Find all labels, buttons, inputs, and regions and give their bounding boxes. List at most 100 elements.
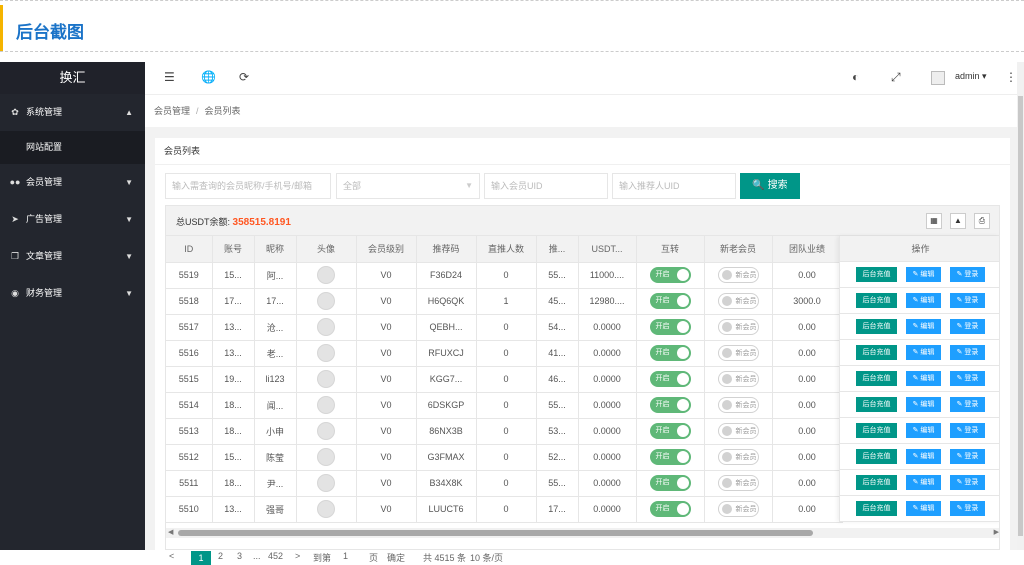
recharge-button[interactable]: 后台充值 xyxy=(856,293,897,308)
member-type-toggle[interactable]: 新会员 xyxy=(717,267,759,283)
columns-icon[interactable]: ▦ xyxy=(926,213,942,229)
breadcrumb-parent[interactable]: 会员管理 xyxy=(154,106,190,116)
col-level[interactable]: 会员级别 xyxy=(356,236,417,263)
transfer-toggle[interactable]: 开启 xyxy=(649,501,691,517)
pager-next[interactable]: > xyxy=(295,551,300,561)
col-account[interactable]: 账号 xyxy=(212,236,255,263)
user-menu[interactable]: admin ▾ xyxy=(955,71,987,82)
col-code[interactable]: 推荐码 xyxy=(416,236,477,263)
recharge-button[interactable]: 后台充值 xyxy=(856,319,897,334)
recharge-button[interactable]: 后台充值 xyxy=(856,397,897,412)
col-usdt[interactable]: USDT... xyxy=(578,236,637,263)
edit-button[interactable]: ✎ 编辑 xyxy=(906,267,941,282)
member-type-toggle[interactable]: 新会员 xyxy=(717,293,759,309)
member-type-toggle[interactable]: 新会员 xyxy=(717,345,759,361)
login-button[interactable]: ✎ 登录 xyxy=(950,345,985,360)
sidebar-item-site-config[interactable]: 网站配置 xyxy=(0,131,145,164)
transfer-toggle[interactable]: 开启 xyxy=(649,345,691,361)
recharge-button[interactable]: 后台充值 xyxy=(856,371,897,386)
uid-input[interactable]: 输入会员UID xyxy=(484,173,608,199)
edit-button[interactable]: ✎ 编辑 xyxy=(906,319,941,334)
more-icon[interactable]: ⋮ xyxy=(1005,70,1017,84)
member-type-toggle[interactable]: 新会员 xyxy=(717,319,759,335)
col-direct[interactable]: 直推人数 xyxy=(476,236,537,263)
transfer-toggle[interactable]: 开启 xyxy=(649,449,691,465)
pager-prev[interactable]: < xyxy=(169,551,174,561)
recharge-button[interactable]: 后台充值 xyxy=(856,501,897,516)
pager-size-select[interactable]: 10 条/页 xyxy=(470,551,503,564)
pager-confirm[interactable]: 确定 xyxy=(387,551,405,564)
edit-button[interactable]: ✎ 编辑 xyxy=(906,345,941,360)
export-icon[interactable]: ▲ xyxy=(950,213,966,229)
theme-icon[interactable]: ◐ xyxy=(852,70,859,84)
keyword-input[interactable]: 输入需查询的会员昵称/手机号/邮箱 xyxy=(165,173,331,199)
login-button[interactable]: ✎ 登录 xyxy=(950,397,985,412)
scrollbar-thumb[interactable] xyxy=(1018,96,1023,536)
login-button[interactable]: ✎ 登录 xyxy=(950,267,985,282)
sidebar-item-ads[interactable]: ➤ 广告管理 ▼ xyxy=(0,201,145,238)
sidebar-logo[interactable]: 换汇 xyxy=(0,62,145,94)
scroll-left-icon[interactable]: ◀ xyxy=(168,528,173,536)
col-nick[interactable]: 昵称 xyxy=(254,236,297,263)
menu-toggle-icon[interactable]: ☰ xyxy=(164,70,175,84)
col-member-type[interactable]: 新老会员 xyxy=(704,236,773,263)
recharge-button[interactable]: 后台充值 xyxy=(856,423,897,438)
member-type-toggle[interactable]: 新会员 xyxy=(717,397,759,413)
login-button[interactable]: ✎ 登录 xyxy=(950,475,985,490)
member-type-toggle[interactable]: 新会员 xyxy=(717,501,759,517)
sidebar-item-finance[interactable]: ◉ 财务管理 ▼ xyxy=(0,275,145,312)
login-button[interactable]: ✎ 登录 xyxy=(950,371,985,386)
col-id[interactable]: ID xyxy=(166,236,213,263)
print-icon[interactable]: ⎙ xyxy=(974,213,990,229)
pager-page-2[interactable]: 2 xyxy=(218,551,223,561)
sidebar-item-articles[interactable]: ❐ 文章管理 ▼ xyxy=(0,238,145,275)
col-performance[interactable]: 团队业绩 xyxy=(772,236,843,263)
transfer-toggle[interactable]: 开启 xyxy=(649,371,691,387)
edit-button[interactable]: ✎ 编辑 xyxy=(906,397,941,412)
login-button[interactable]: ✎ 登录 xyxy=(950,293,985,308)
pager-page-3[interactable]: 3 xyxy=(237,551,242,561)
recharge-button[interactable]: 后台充值 xyxy=(856,449,897,464)
page-scrollbar[interactable] xyxy=(1017,62,1024,550)
login-button[interactable]: ✎ 登录 xyxy=(950,449,985,464)
login-button[interactable]: ✎ 登录 xyxy=(950,319,985,334)
member-type-toggle[interactable]: 新会员 xyxy=(717,475,759,491)
recharge-button[interactable]: 后台充值 xyxy=(856,267,897,282)
transfer-toggle[interactable]: 开启 xyxy=(649,397,691,413)
referrer-uid-input[interactable]: 输入推荐人UID xyxy=(612,173,736,199)
sidebar-item-system[interactable]: ✿ 系统管理 ▲ xyxy=(0,94,145,131)
member-type-toggle[interactable]: 新会员 xyxy=(717,371,759,387)
transfer-toggle[interactable]: 开启 xyxy=(649,267,691,283)
login-button[interactable]: ✎ 登录 xyxy=(950,501,985,516)
fullscreen-icon[interactable]: ⤢ xyxy=(891,70,901,85)
avatar[interactable] xyxy=(931,71,945,85)
login-button[interactable]: ✎ 登录 xyxy=(950,423,985,438)
pager-page-input[interactable]: 1 xyxy=(343,551,348,561)
recharge-button[interactable]: 后台充值 xyxy=(856,345,897,360)
table-hscrollbar[interactable]: ◀ ▶ xyxy=(166,528,999,538)
sidebar-item-members[interactable]: ●● 会员管理 ▼ xyxy=(0,164,145,201)
level-select[interactable]: 全部 ▼ xyxy=(336,173,480,199)
edit-button[interactable]: ✎ 编辑 xyxy=(906,449,941,464)
globe-icon[interactable]: 🌐 xyxy=(201,70,216,84)
scroll-right-icon[interactable]: ▶ xyxy=(994,528,999,536)
hscroll-thumb[interactable] xyxy=(178,530,813,536)
transfer-toggle[interactable]: 开启 xyxy=(649,319,691,335)
member-type-toggle[interactable]: 新会员 xyxy=(717,449,759,465)
refresh-icon[interactable]: ⟳ xyxy=(239,70,249,84)
col-team[interactable]: 推... xyxy=(536,236,579,263)
col-transfer[interactable]: 互转 xyxy=(636,236,705,263)
edit-button[interactable]: ✎ 编辑 xyxy=(906,475,941,490)
edit-button[interactable]: ✎ 编辑 xyxy=(906,371,941,386)
edit-button[interactable]: ✎ 编辑 xyxy=(906,293,941,308)
pager-last[interactable]: 452 xyxy=(268,551,283,561)
recharge-button[interactable]: 后台充值 xyxy=(856,475,897,490)
edit-button[interactable]: ✎ 编辑 xyxy=(906,501,941,516)
transfer-toggle[interactable]: 开启 xyxy=(649,475,691,491)
transfer-toggle[interactable]: 开启 xyxy=(649,423,691,439)
col-avatar[interactable]: 头像 xyxy=(296,236,357,263)
edit-button[interactable]: ✎ 编辑 xyxy=(906,423,941,438)
transfer-toggle[interactable]: 开启 xyxy=(649,293,691,309)
pager-page-1[interactable]: 1 xyxy=(191,551,211,565)
member-type-toggle[interactable]: 新会员 xyxy=(717,423,759,439)
